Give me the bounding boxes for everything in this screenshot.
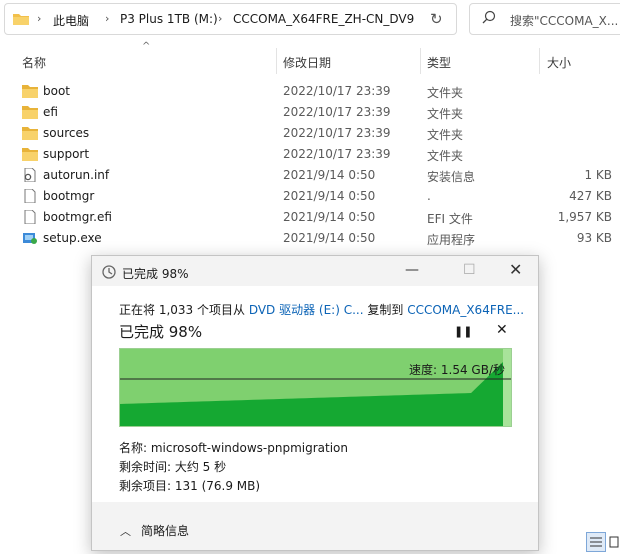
stop-button[interactable]: ✕ [496,322,508,338]
file-icon [24,189,36,203]
column-divider[interactable] [420,48,421,74]
file-type: EFI 文件 [427,212,473,226]
breadcrumb-drive[interactable]: P3 Plus 1TB (M:) [120,12,218,26]
tiles-icon [609,536,619,548]
file-row[interactable]: efi 2022/10/17 23:39 文件夹 [0,102,620,123]
file-row[interactable]: sources 2022/10/17 23:39 文件夹 [0,123,620,144]
time-remaining: 剩余时间: 大约 5 秒 [119,460,227,474]
search-box[interactable]: 搜索"CCCOMA_X... [469,3,620,35]
copy-status-line: 正在将 1,033 个项目从 DVD 驱动器 (E:) C... 复制到 CCC… [119,301,524,318]
column-header-size[interactable]: 大小 [547,54,571,71]
file-name: support [43,147,90,161]
file-type: 文件夹 [427,107,464,121]
source-link[interactable]: DVD 驱动器 (E:) C... [249,303,364,317]
address-bar[interactable]: › 此电脑 › P3 Plus 1TB (M:) › CCCOMA_X64FRE… [4,3,457,35]
file-icon [24,210,36,224]
file-name: autorun.inf [43,168,110,182]
items-remaining: 剩余项目: 131 (76.9 MB) [119,479,261,493]
file-name: sources [43,126,90,140]
folder-icon [22,106,38,119]
minimize-button[interactable]: — [405,262,419,278]
copy-status-mid: 复制到 [363,303,408,317]
progress-percent: 已完成 98% [119,323,203,341]
column-header-name[interactable]: 名称 [22,54,46,71]
copy-dialog-icon [102,265,116,279]
file-name: bootmgr [43,189,95,203]
file-row[interactable]: autorun.inf 2021/9/14 0:50 安装信息 1 KB [0,165,620,186]
file-type: . [427,189,431,203]
search-input[interactable]: 搜索"CCCOMA_X... [510,12,618,29]
file-date: 2022/10/17 23:39 [283,105,391,119]
folder-icon [13,14,29,25]
search-icon [482,10,496,24]
maximize-button[interactable]: ☐ [463,262,476,278]
destination-link[interactable]: CCCOMA_X64FRE... [407,303,524,317]
less-details-label: 简略信息 [141,524,190,538]
tiles-view-button[interactable] [608,532,620,552]
file-size: 1 KB [584,168,612,182]
dialog-body: 正在将 1,033 个项目从 DVD 驱动器 (E:) C... 复制到 CCC… [92,286,538,502]
file-size: 427 KB [569,189,612,203]
column-divider[interactable] [276,48,277,74]
file-row[interactable]: setup.exe 2021/9/14 0:50 应用程序 93 KB [0,228,620,249]
pause-button[interactable]: ❚❚ [454,325,472,338]
breadcrumb-folder[interactable]: CCCOMA_X64FRE_ZH-CN_DV9 [233,12,414,26]
file-row[interactable]: bootmgr 2021/9/14 0:50 . 427 KB [0,186,620,207]
column-header-type[interactable]: 类型 [427,54,451,71]
speed-label: 速度: 1.54 GB/秒 [409,363,505,377]
close-button[interactable]: ✕ [509,260,522,279]
folder-icon [22,148,38,161]
setup-exe-icon [23,233,37,244]
copy-status-prefix: 正在将 1,033 个项目从 [119,303,249,317]
file-row[interactable]: bootmgr.efi 2021/9/14 0:50 EFI 文件 1,957 … [0,207,620,228]
chevron-right-icon: › [218,12,223,25]
dialog-title: 已完成 98% [122,267,189,281]
file-date: 2022/10/17 23:39 [283,147,391,161]
folder-icon [22,85,38,98]
file-name: bootmgr.efi [43,210,112,224]
file-type: 文件夹 [427,86,464,100]
file-name: boot [43,84,71,98]
folder-icon [22,127,38,140]
file-type: 安装信息 [427,170,476,184]
file-row[interactable]: support 2022/10/17 23:39 文件夹 [0,144,620,165]
column-header-date[interactable]: 修改日期 [283,54,331,71]
file-date: 2022/10/17 23:39 [283,84,391,98]
chevron-right-icon: › [37,12,42,25]
file-date: 2022/10/17 23:39 [283,126,391,140]
file-name: efi [43,105,58,119]
file-size: 93 KB [576,231,612,245]
current-file-name: 名称: microsoft-windows-pnpmigration [119,441,348,455]
breadcrumb-this-pc[interactable]: 此电脑 [53,12,89,29]
file-size: 1,957 KB [557,210,612,224]
file-type: 文件夹 [427,128,464,142]
file-date: 2021/9/14 0:50 [283,210,376,224]
chevron-right-icon: › [105,12,110,25]
settings-file-icon [24,168,36,182]
file-date: 2021/9/14 0:50 [283,168,376,182]
file-name: setup.exe [43,231,102,245]
file-date: 2021/9/14 0:50 [283,189,376,203]
less-details-button[interactable]: ︿ 简略信息 [120,522,189,539]
sort-ascending-icon: ^ [142,41,151,52]
list-icon [590,537,602,547]
copy-progress-dialog: 已完成 98% — ☐ ✕ 正在将 1,033 个项目从 DVD 驱动器 (E:… [91,255,539,551]
speed-graph: 速度: 1.54 GB/秒 [119,348,512,427]
file-row[interactable]: boot 2022/10/17 23:39 文件夹 [0,81,620,102]
chevron-up-icon: ︿ [120,525,131,538]
file-date: 2021/9/14 0:50 [283,231,376,245]
file-type: 应用程序 [427,233,476,247]
column-divider[interactable] [539,48,540,74]
refresh-icon[interactable]: ↻ [430,10,443,28]
file-type: 文件夹 [427,149,464,163]
details-view-button[interactable] [586,532,606,552]
